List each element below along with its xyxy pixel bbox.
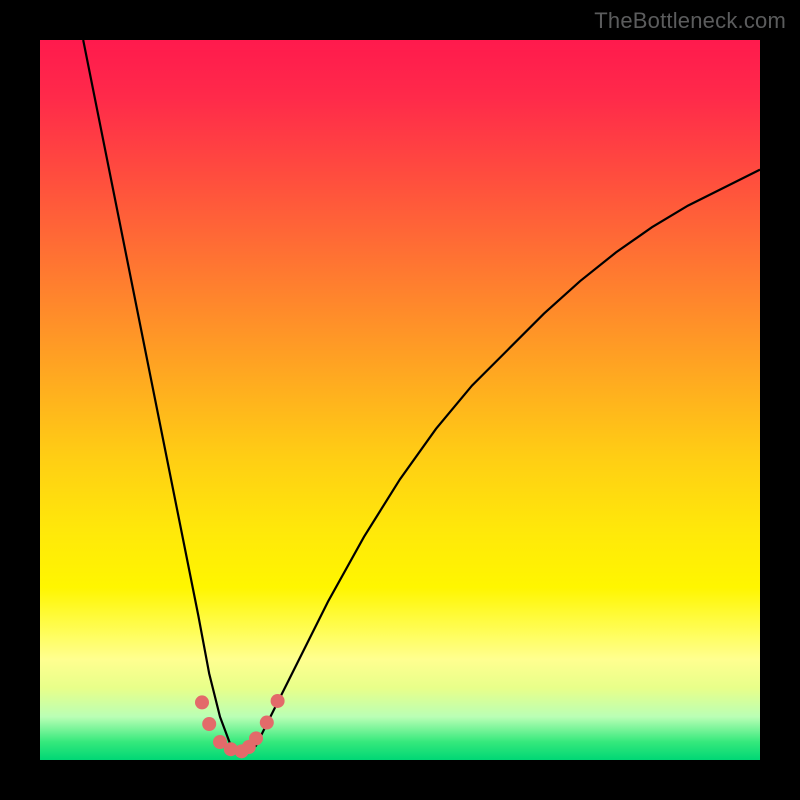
- watermark-text: TheBottleneck.com: [594, 8, 786, 34]
- highlight-dot: [271, 694, 285, 708]
- bottleneck-curve: [83, 40, 760, 756]
- bottleneck-curve-svg: [40, 40, 760, 760]
- highlight-dot: [249, 731, 263, 745]
- plot-area: [40, 40, 760, 760]
- highlight-dots: [195, 694, 285, 758]
- highlight-dot: [195, 695, 209, 709]
- highlight-dot: [260, 716, 274, 730]
- highlight-dot: [202, 717, 216, 731]
- chart-frame: TheBottleneck.com: [0, 0, 800, 800]
